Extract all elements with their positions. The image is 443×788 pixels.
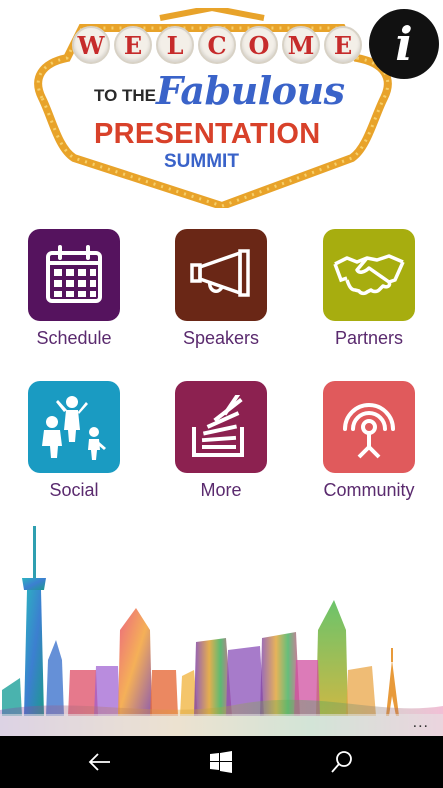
welcome-letter: M xyxy=(282,26,320,64)
tile-partners[interactable]: Partners xyxy=(309,229,429,349)
welcome-letter: C xyxy=(198,26,236,64)
info-button[interactable]: i xyxy=(369,9,439,79)
app-bar: ... xyxy=(0,714,443,736)
welcome-letter: E xyxy=(324,26,362,64)
start-button[interactable] xyxy=(181,736,261,788)
speakers-tile-box[interactable] xyxy=(175,229,267,321)
logo-presentation: PRESENTATION xyxy=(94,118,321,150)
tile-more[interactable]: More xyxy=(161,381,281,501)
welcome-letters: W E L C O M E xyxy=(72,26,362,64)
tile-schedule[interactable]: Schedule xyxy=(14,229,134,349)
tile-label-community: Community xyxy=(323,480,415,500)
tile-social[interactable]: Social xyxy=(14,381,134,501)
tile-label-schedule: Schedule xyxy=(36,328,112,348)
app-bar-more-button[interactable]: ... xyxy=(413,714,429,732)
welcome-letter: L xyxy=(156,26,194,64)
calendar-icon xyxy=(46,245,102,303)
system-navigation-bar xyxy=(0,736,443,788)
broadcast-icon xyxy=(343,403,395,459)
city-skyline-illustration xyxy=(0,526,443,736)
welcome-letter: E xyxy=(114,26,152,64)
logo-summit: SUMMIT xyxy=(164,151,239,172)
people-icon xyxy=(42,396,106,460)
welcome-letter: O xyxy=(240,26,278,64)
search-button[interactable] xyxy=(302,736,382,788)
more-tile-box[interactable] xyxy=(175,381,267,473)
schedule-tile-box[interactable] xyxy=(28,229,120,321)
back-arrow-icon xyxy=(88,753,110,771)
tile-label-speakers: Speakers xyxy=(182,328,260,348)
stack-icon xyxy=(192,395,244,457)
tile-speakers[interactable]: Speakers xyxy=(161,229,281,349)
logo-fabulous: Fabulous xyxy=(156,68,345,113)
handshake-icon xyxy=(333,254,405,296)
windows-icon xyxy=(210,751,232,773)
tile-label-partners: Partners xyxy=(334,328,404,348)
logo-to-the: TO THE xyxy=(94,86,157,105)
app-screen: W E L C O M E TO THE Fabulous PRESENTATI… xyxy=(0,0,443,736)
social-tile-box[interactable] xyxy=(28,381,120,473)
tile-community[interactable]: Community xyxy=(309,381,429,501)
tile-label-more: More xyxy=(200,480,242,500)
back-button[interactable] xyxy=(60,736,140,788)
megaphone-icon xyxy=(190,249,250,297)
community-tile-box[interactable] xyxy=(323,381,415,473)
search-icon xyxy=(331,751,352,773)
welcome-letter: W xyxy=(72,26,110,64)
partners-tile-box[interactable] xyxy=(323,229,415,321)
info-icon: i xyxy=(395,17,413,71)
tile-label-social: Social xyxy=(49,480,99,500)
